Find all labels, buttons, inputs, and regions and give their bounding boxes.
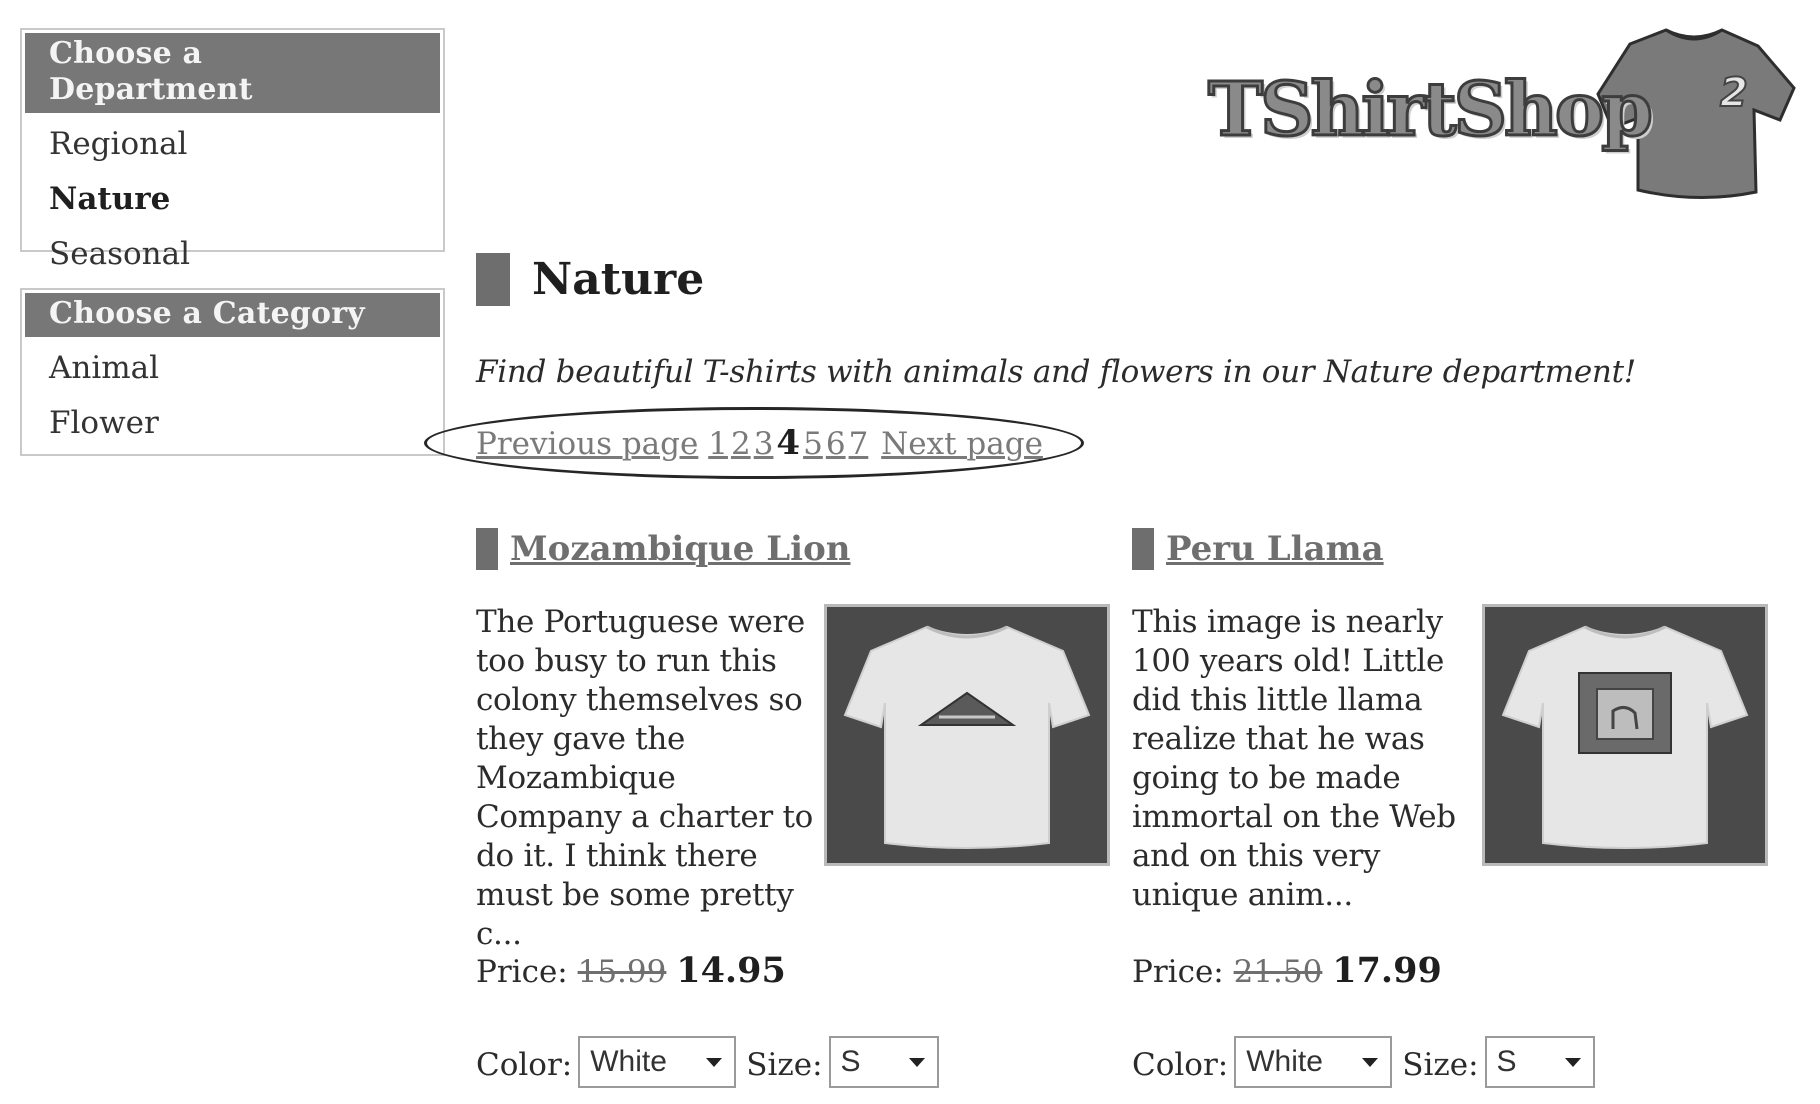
size-label: Size: (746, 1047, 823, 1083)
category-box-title: Choose a Category (25, 293, 440, 337)
page-link-2[interactable]: 2 (731, 426, 751, 462)
product-title-marker (476, 528, 498, 570)
product-card: Mozambique Lion The Portuguese were too … (476, 528, 1116, 1104)
department-item-nature[interactable]: Nature (25, 172, 440, 227)
logo-text: TShirtShop (1207, 67, 1655, 153)
product-title-marker (1132, 528, 1154, 570)
category-item-flower[interactable]: Flower (25, 396, 440, 451)
product-price: Price: 21.50 17.99 (1132, 948, 1442, 995)
sale-price: 17.99 (1332, 950, 1442, 991)
department-title: Nature (532, 254, 705, 305)
old-price: 15.99 (577, 954, 667, 990)
size-select-value: S (840, 1045, 861, 1078)
sale-price: 14.95 (676, 950, 786, 991)
product-options: Color: White Size: S (476, 1034, 949, 1088)
department-item-seasonal[interactable]: Seasonal (25, 227, 440, 282)
page-link-7[interactable]: 7 (849, 426, 869, 462)
product-card: Peru Llama This image is nearly 100 year… (1132, 528, 1772, 1104)
page-link-5[interactable]: 5 (803, 426, 823, 462)
color-label: Color: (1132, 1047, 1229, 1083)
price-label: Price: (476, 954, 568, 990)
price-label: Price: (1132, 954, 1224, 990)
color-select-value: White (1246, 1045, 1323, 1078)
department-item-regional[interactable]: Regional (25, 117, 440, 172)
product-options: Color: White Size: S (1132, 1034, 1605, 1088)
logo-superscript: 2 (1719, 69, 1749, 117)
product-name-link[interactable]: Peru Llama (1166, 524, 1384, 574)
next-page-link[interactable]: Next page (881, 426, 1043, 462)
page: Choose a Department Regional Nature Seas… (0, 0, 1820, 1104)
chevron-down-icon (1564, 1058, 1581, 1067)
department-box-title: Choose a Department (25, 33, 440, 113)
product-description: This image is nearly 100 years old! Litt… (1132, 604, 1456, 913)
category-box: Choose a Category Animal Flower (20, 288, 445, 456)
page-link-6[interactable]: 6 (826, 426, 846, 462)
color-select[interactable]: White (578, 1036, 737, 1088)
current-page: 4 (776, 423, 801, 463)
product-description: The Portuguese were too busy to run this… (476, 604, 813, 952)
color-label: Color: (476, 1047, 573, 1083)
department-title-marker (476, 253, 510, 306)
page-link-1[interactable]: 1 (708, 426, 728, 462)
chevron-down-icon (1362, 1058, 1379, 1067)
tshirt-image-icon (843, 625, 1091, 849)
category-item-animal[interactable]: Animal (25, 341, 440, 396)
page-link-3[interactable]: 3 (754, 426, 774, 462)
department-description: Find beautiful T-shirts with animals and… (476, 354, 1636, 390)
tshirt-image-icon (1501, 625, 1749, 849)
department-box: Choose a Department Regional Nature Seas… (20, 28, 445, 272)
color-select-value: White (590, 1045, 667, 1078)
color-select[interactable]: White (1234, 1036, 1393, 1088)
size-label: Size: (1402, 1047, 1479, 1083)
size-select-value: S (1496, 1045, 1517, 1078)
size-select[interactable]: S (828, 1036, 939, 1088)
previous-page-link[interactable]: Previous page (476, 426, 698, 462)
product-image[interactable] (824, 604, 1110, 866)
chevron-down-icon (706, 1058, 723, 1067)
site-logo[interactable]: TShirtShop 2 (1198, 22, 1798, 207)
product-price: Price: 15.99 14.95 (476, 948, 786, 995)
chevron-down-icon (908, 1058, 925, 1067)
product-name-link[interactable]: Mozambique Lion (510, 524, 851, 574)
size-select[interactable]: S (1484, 1036, 1595, 1088)
pager: Previous page 1234567 Next page (476, 420, 1043, 467)
product-image[interactable] (1482, 604, 1768, 866)
old-price: 21.50 (1233, 954, 1323, 990)
